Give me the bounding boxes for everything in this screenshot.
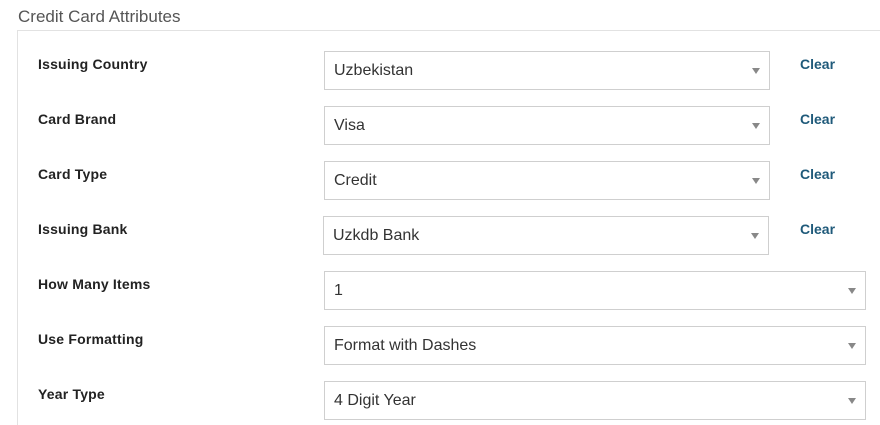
card-brand-select[interactable]: Visa [324,106,770,145]
how-many-items-row: How Many Items 1 [0,271,880,311]
card-brand-label: Card Brand [38,111,117,127]
use-formatting-label: Use Formatting [38,331,144,347]
chevron-down-icon [752,68,760,74]
credit-card-attributes-page: Credit Card Attributes Issuing Country U… [0,0,880,425]
chevron-down-icon [848,398,856,404]
issuing-country-value: Uzbekistan [334,62,414,79]
year-type-value: 4 Digit Year [334,392,416,409]
year-type-select[interactable]: 4 Digit Year [324,381,866,420]
issuing-country-select[interactable]: Uzbekistan [324,51,770,90]
use-formatting-select[interactable]: Format with Dashes [324,326,866,365]
issuing-bank-select[interactable]: Uzkdb Bank [323,216,769,255]
issuing-bank-clear-link[interactable]: Clear [800,221,835,237]
issuing-country-clear-link[interactable]: Clear [800,56,835,72]
issuing-country-row: Issuing Country Uzbekistan Clear [0,51,880,91]
card-type-label: Card Type [38,166,108,182]
how-many-items-value: 1 [334,282,343,299]
chevron-down-icon [848,288,856,294]
card-type-row: Card Type Credit Clear [0,161,880,201]
year-type-label: Year Type [38,386,105,402]
section-title: Credit Card Attributes [18,7,181,26]
chevron-down-icon [752,178,760,184]
chevron-down-icon [848,343,856,349]
card-brand-row: Card Brand Visa Clear [0,106,880,146]
year-type-row: Year Type 4 Digit Year [0,381,880,421]
issuing-bank-value: Uzkdb Bank [333,227,420,244]
card-type-value: Credit [334,172,377,189]
use-formatting-row: Use Formatting Format with Dashes [0,326,880,366]
chevron-down-icon [752,123,760,129]
card-type-select[interactable]: Credit [324,161,770,200]
issuing-country-label: Issuing Country [38,56,148,72]
card-type-clear-link[interactable]: Clear [800,166,835,182]
how-many-items-select[interactable]: 1 [324,271,866,310]
card-brand-clear-link[interactable]: Clear [800,111,835,127]
card-brand-value: Visa [334,117,365,134]
issuing-bank-row: Issuing Bank Uzkdb Bank Clear [0,216,880,256]
issuing-bank-label: Issuing Bank [38,221,128,237]
use-formatting-value: Format with Dashes [334,337,477,354]
how-many-items-label: How Many Items [38,276,151,292]
chevron-down-icon [751,233,759,239]
